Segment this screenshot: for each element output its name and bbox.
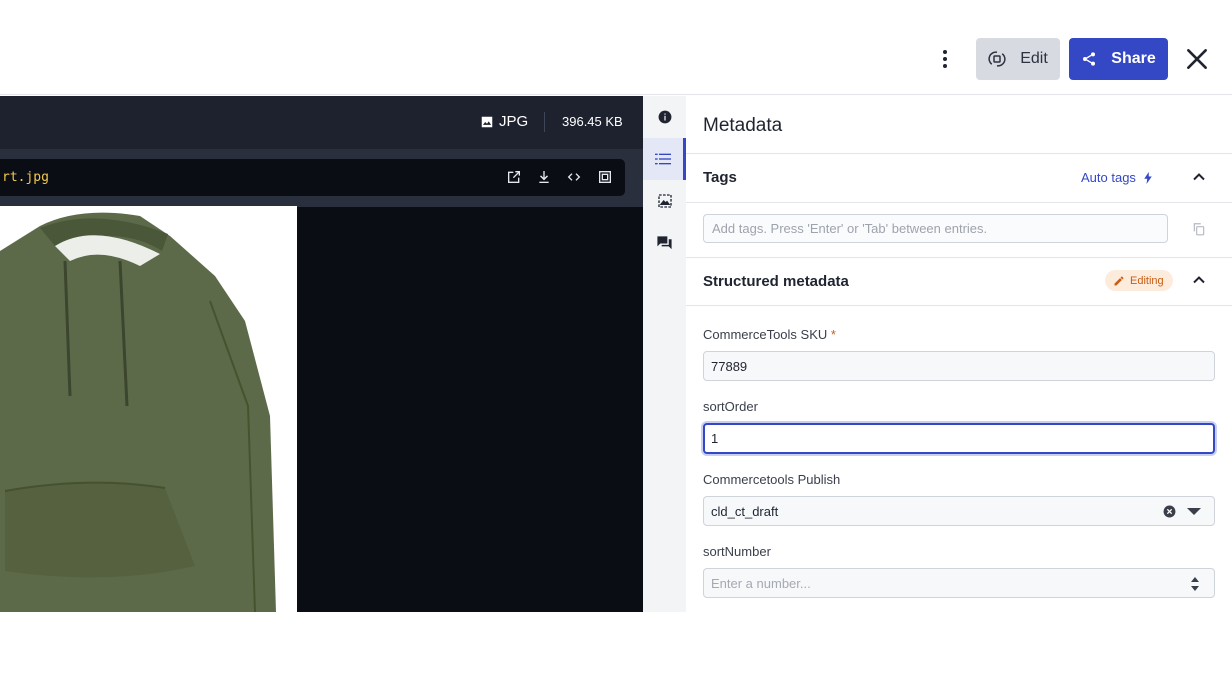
- viewer-header: JPG 396.45 KB: [0, 96, 643, 149]
- sortnumber-label: sortNumber: [703, 544, 771, 559]
- download-icon[interactable]: [536, 169, 552, 185]
- auto-tags-button[interactable]: Auto tags: [1081, 170, 1152, 185]
- edit-label: Edit: [1020, 50, 1048, 67]
- divider: [686, 305, 1232, 306]
- metadata-panel: Metadata Tags Auto tags Structured metad…: [686, 96, 1232, 612]
- panel-title: Metadata: [703, 115, 783, 136]
- share-label: Share: [1111, 50, 1156, 67]
- sortnumber-field: [703, 568, 1215, 598]
- share-button[interactable]: Share: [1069, 38, 1168, 80]
- sku-label-text: CommerceTools SKU: [703, 327, 828, 342]
- rail-item-comments[interactable]: [643, 222, 686, 264]
- sku-label: CommerceTools SKU *: [703, 327, 836, 342]
- tags-section-title: Tags: [703, 169, 737, 186]
- file-format: JPG: [480, 113, 528, 130]
- clear-icon[interactable]: [1163, 505, 1176, 518]
- divider: [544, 112, 545, 132]
- asset-url-text[interactable]: rt.jpg: [2, 170, 49, 185]
- file-size: 396.45 KB: [562, 114, 623, 129]
- chevron-up-icon[interactable]: [1189, 270, 1209, 290]
- derived-images-icon: [657, 194, 672, 208]
- asset-url-bar[interactable]: rt.jpg: [0, 159, 625, 196]
- more-options-icon[interactable]: [933, 45, 957, 73]
- top-toolbar: Edit Share: [0, 0, 1232, 95]
- structured-metadata-title: Structured metadata: [703, 273, 849, 290]
- rail-item-info[interactable]: [643, 96, 686, 138]
- metadata-icon: [655, 153, 671, 165]
- badge-label: Editing: [1130, 274, 1164, 287]
- divider: [686, 257, 1232, 258]
- status-badge: Editing: [1105, 270, 1173, 291]
- publish-select[interactable]: cld_ct_draft: [703, 496, 1215, 526]
- info-icon: [658, 110, 671, 124]
- sortorder-input[interactable]: [703, 423, 1215, 454]
- hoodie-image: [0, 212, 276, 612]
- pencil-icon: [1114, 276, 1124, 285]
- image-icon: [481, 116, 493, 127]
- sortorder-label: sortOrder: [703, 399, 758, 414]
- rail-item-metadata[interactable]: [643, 138, 686, 180]
- chevron-down-icon[interactable]: [1187, 506, 1201, 516]
- asset-viewer: JPG 396.45 KB rt.jpg: [0, 96, 643, 612]
- chevron-up-icon[interactable]: [1189, 167, 1209, 187]
- edit-transform-icon: [988, 51, 1006, 67]
- publish-selected-value: cld_ct_draft: [711, 504, 779, 519]
- copy-icon[interactable]: [1192, 222, 1206, 236]
- publish-label: Commercetools Publish: [703, 472, 841, 487]
- format-label: JPG: [499, 113, 529, 130]
- auto-tags-label: Auto tags: [1081, 170, 1136, 185]
- crop-icon[interactable]: [597, 169, 613, 185]
- sortnumber-input[interactable]: [703, 568, 1215, 598]
- number-stepper-icon[interactable]: [1190, 576, 1200, 592]
- share-icon: [1083, 52, 1096, 66]
- embed-code-icon[interactable]: [566, 169, 582, 185]
- edit-button[interactable]: Edit: [976, 38, 1060, 80]
- comments-icon: [657, 235, 672, 249]
- close-icon[interactable]: [1184, 46, 1210, 72]
- tags-input[interactable]: [703, 214, 1168, 243]
- divider: [686, 153, 1232, 154]
- sku-input[interactable]: [703, 351, 1215, 381]
- lightning-icon: [1144, 171, 1152, 184]
- divider: [686, 202, 1232, 203]
- asset-image: [0, 206, 297, 612]
- required-marker: *: [830, 327, 836, 342]
- rail-item-derived-images[interactable]: [643, 180, 686, 222]
- open-external-icon[interactable]: [506, 169, 522, 185]
- side-icon-rail: [643, 96, 686, 612]
